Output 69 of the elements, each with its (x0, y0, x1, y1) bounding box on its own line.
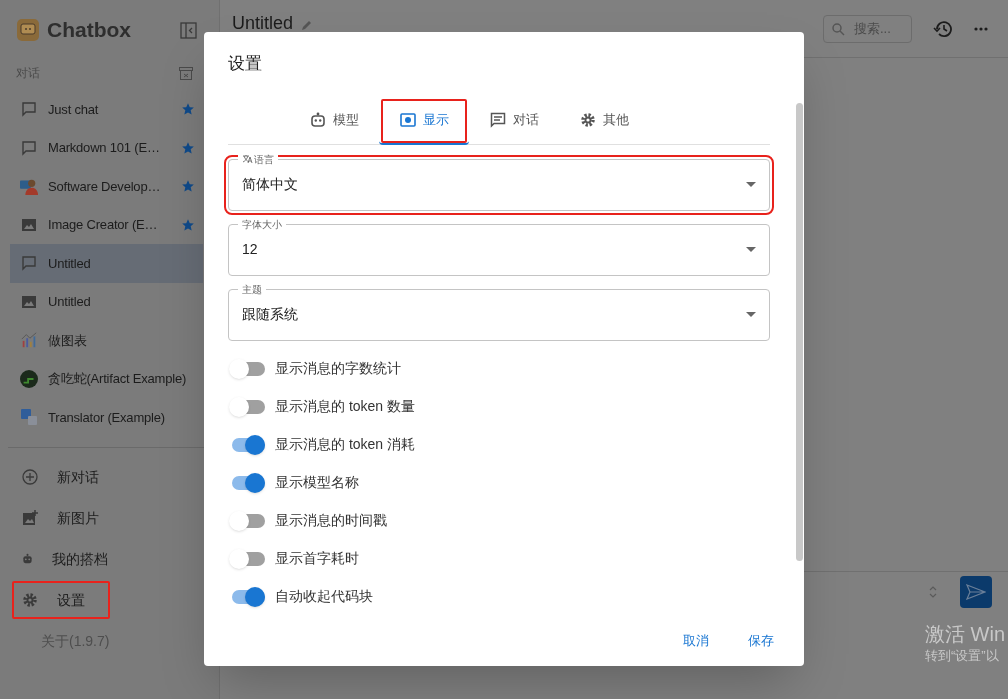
history-icon[interactable] (933, 19, 952, 38)
dialog-title: 设置 (227, 53, 263, 75)
image-icon (21, 217, 37, 232)
archive-icon[interactable] (179, 66, 193, 80)
session-title: Untitled (48, 293, 91, 311)
activation-title: 激活 Win (925, 622, 1006, 646)
session-title: Untitled (48, 254, 91, 273)
star-icon (181, 102, 195, 117)
settings-tab[interactable]: 对话 (469, 96, 559, 145)
chat-bubble-icon (21, 139, 37, 156)
chatbox-logo-icon (17, 19, 39, 41)
activation-subtitle: 转到“设置”以 (925, 647, 1000, 665)
switch-label: 显示模型名称 (275, 473, 359, 492)
dialog-button[interactable]: 保存 (746, 630, 776, 650)
send-icon (966, 584, 986, 600)
star-icon (181, 179, 195, 194)
switch-label: 显示首字耗时 (275, 549, 359, 568)
sidebar-action[interactable]: 新对话 (12, 458, 110, 496)
dropdown-caret-icon (746, 182, 756, 187)
expand-icon[interactable] (928, 584, 938, 600)
translate-icon (242, 154, 253, 164)
star-icon (181, 140, 195, 155)
robot-icon (309, 111, 326, 128)
settings-tab[interactable]: 模型 (289, 96, 379, 145)
more-icon[interactable] (974, 26, 988, 31)
toggle-switch[interactable] (229, 510, 265, 531)
app-name: Chatbox (47, 17, 131, 44)
chat-bubble-icon (21, 255, 37, 272)
select-value: 12 (242, 240, 258, 259)
switch-label: 显示消息的 token 数量 (275, 397, 416, 416)
add-image-icon (22, 510, 38, 526)
dropdown-caret-icon (746, 312, 756, 317)
star-icon (181, 217, 195, 232)
toggle-switch[interactable] (229, 548, 265, 569)
add-circle-icon (22, 469, 38, 485)
switch-label: 显示消息的时间戳 (275, 511, 387, 530)
snake-game-icon (20, 368, 38, 389)
display-icon (399, 112, 416, 127)
settings-tab[interactable]: 其他 (559, 96, 649, 145)
select-value: 跟随系统 (242, 305, 298, 324)
dropdown-caret-icon (746, 247, 756, 252)
dialog-button[interactable]: 取消 (681, 630, 711, 650)
scrollbar[interactable] (796, 102, 803, 561)
session-title: Image Creator (E… (48, 216, 158, 234)
switch-label: 自动收起代码块 (275, 587, 373, 606)
session-title: 贪吃蛇(Artifact Example) (48, 370, 187, 388)
sidebar-action[interactable]: 我的搭档 (12, 540, 110, 578)
search-icon (832, 22, 845, 36)
settings-tab[interactable]: 显示 (379, 96, 469, 145)
session-title: Markdown 101 (E… (48, 139, 160, 157)
session-title: Software Develop… (48, 177, 161, 196)
toggle-switch[interactable] (229, 396, 265, 417)
session-title: 做图表 (48, 331, 87, 350)
translate-icon (20, 408, 38, 427)
send-button[interactable] (960, 576, 992, 608)
collapse-sidebar-icon[interactable] (180, 21, 197, 39)
chat-bubble-icon (21, 101, 37, 118)
session-title: Just chat (48, 100, 99, 119)
select-value: 简体中文 (242, 175, 298, 194)
toggle-switch[interactable] (229, 358, 265, 379)
sidebar-action[interactable]: 新图片 (12, 499, 110, 537)
switch-label: 显示消息的 token 消耗 (275, 435, 416, 454)
switch-label: 显示消息的字数统计 (275, 359, 401, 378)
image-icon (21, 294, 37, 309)
chat-title: Untitled (232, 15, 294, 31)
sidebar-action[interactable]: 设置 (12, 581, 110, 619)
message-icon (489, 111, 506, 128)
session-title: Translator (Example) (48, 408, 165, 427)
session-item[interactable]: Untitled (10, 244, 203, 283)
